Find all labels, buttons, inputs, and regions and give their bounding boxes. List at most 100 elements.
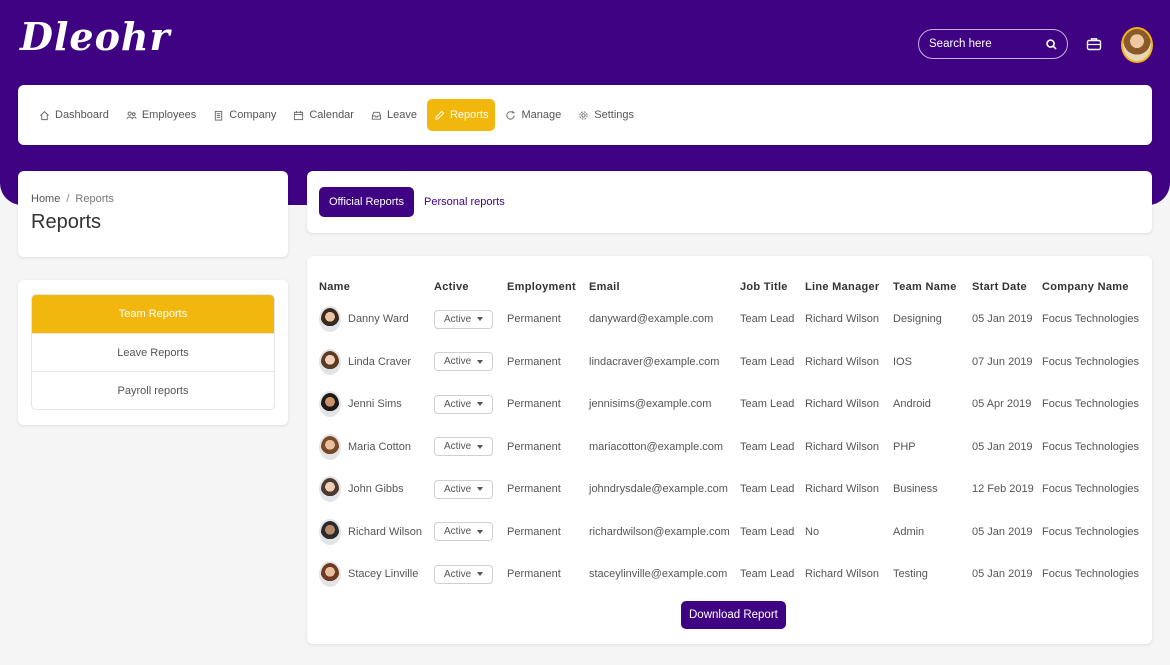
- nav-label: Settings: [594, 109, 634, 121]
- search-input[interactable]: [929, 38, 1039, 50]
- report-menu-card: Team Reports Leave Reports Payroll repor…: [18, 280, 288, 425]
- status-cell: Active: [434, 553, 507, 596]
- report-menu-payroll[interactable]: Payroll reports: [32, 371, 274, 409]
- status-cell: Active: [434, 511, 507, 554]
- employee-name[interactable]: Danny Ward: [348, 313, 409, 325]
- status-dropdown[interactable]: Active: [434, 522, 494, 542]
- column-header[interactable]: Team Name: [893, 276, 972, 298]
- email-cell: richardwilson@example.com: [589, 525, 730, 538]
- status-cell: Active: [434, 341, 507, 384]
- line-manager-cell: Richard Wilson: [805, 313, 879, 326]
- nav-label: Employees: [141, 109, 197, 121]
- tab-personal-reports[interactable]: Personal reports: [414, 187, 515, 217]
- name-cell: John Gibbs: [319, 468, 434, 511]
- nav-item-dashboard[interactable]: Dashboard: [32, 99, 116, 131]
- employee[interactable]: Stacey Linville: [319, 561, 428, 588]
- employee[interactable]: Linda Craver: [319, 348, 428, 375]
- table-row[interactable]: Linda Craver Active Permanent lindacraver@e…: [319, 341, 1145, 384]
- line-manager-cell: Richard Wilson: [805, 355, 879, 368]
- start-date-cell: 12 Feb 2019: [972, 483, 1034, 496]
- employment-cell: Permanent: [507, 525, 561, 538]
- status-dropdown[interactable]: Active: [434, 564, 494, 584]
- employee-name[interactable]: Jenni Sims: [348, 398, 402, 410]
- table-row[interactable]: Jenni Sims Active Permanent jennisims@examp…: [319, 383, 1145, 426]
- report-table: Name Active Employment Email Job Title L…: [319, 276, 1145, 596]
- employee[interactable]: John Gibbs: [319, 476, 428, 503]
- employment-cell: Permanent: [507, 483, 561, 496]
- avatar: [319, 476, 341, 503]
- employee-name[interactable]: John Gibbs: [348, 483, 404, 495]
- status-dropdown[interactable]: Active: [434, 394, 494, 414]
- status-dropdown[interactable]: Active: [434, 309, 494, 329]
- team-name-cell: Android: [893, 398, 931, 411]
- column-header[interactable]: Active: [434, 276, 507, 298]
- breadcrumb-home[interactable]: Home: [31, 193, 60, 205]
- avatar: [319, 306, 341, 333]
- employee-name[interactable]: Richard Wilson: [348, 526, 422, 538]
- email-cell: jennisims@example.com: [589, 398, 712, 411]
- status-dropdown[interactable]: Active: [434, 437, 494, 457]
- employee-name[interactable]: Stacey Linville: [348, 568, 418, 580]
- employment-cell: Permanent: [507, 355, 561, 368]
- team-name-cell: IOS: [893, 355, 912, 368]
- nav-item-leave[interactable]: Leave: [364, 99, 424, 131]
- report-menu-team[interactable]: Team Reports: [32, 295, 274, 333]
- nav-label: Dashboard: [55, 109, 109, 121]
- download-report-button[interactable]: Download Report: [681, 601, 786, 629]
- line-manager-cell: No: [805, 525, 820, 538]
- column-header[interactable]: Line Manager: [805, 276, 893, 298]
- employee[interactable]: Danny Ward: [319, 306, 428, 333]
- status-dropdown[interactable]: Active: [434, 479, 494, 499]
- report-menu-leave[interactable]: Leave Reports: [32, 333, 274, 371]
- team-name-cell: Business: [893, 483, 938, 496]
- employee[interactable]: Maria Cotton: [319, 433, 428, 460]
- nav-item-company[interactable]: Company: [206, 99, 283, 131]
- job-title-cell: Team Lead: [740, 440, 795, 453]
- column-header[interactable]: Start Date: [972, 276, 1042, 298]
- table-row[interactable]: Danny Ward Active Permanent danyward@exampl…: [319, 298, 1145, 341]
- column-header[interactable]: Employment: [507, 276, 589, 298]
- table-row[interactable]: Stacey Linville Active Permanent staceylinv…: [319, 553, 1145, 596]
- status-dropdown[interactable]: Active: [434, 352, 494, 372]
- table-row[interactable]: John Gibbs Active Permanent johndrysdale@ex…: [319, 468, 1145, 511]
- user-avatar[interactable]: [1121, 27, 1153, 63]
- nav-item-calendar[interactable]: Calendar: [286, 99, 361, 131]
- nav-item-employees[interactable]: Employees: [119, 99, 203, 131]
- employee[interactable]: Jenni Sims: [319, 391, 428, 418]
- start-date-cell: 05 Jan 2019: [972, 525, 1033, 538]
- column-header[interactable]: Job Title: [740, 276, 805, 298]
- line-manager-cell: Richard Wilson: [805, 440, 879, 453]
- team-name-cell: Designing: [893, 313, 942, 326]
- caret-down-icon: [477, 402, 484, 407]
- email-cell: mariacotton@example.com: [589, 440, 724, 453]
- caret-down-icon: [477, 572, 484, 577]
- search-icon[interactable]: [1046, 38, 1057, 50]
- employee[interactable]: Richard Wilson: [319, 518, 428, 545]
- status-cell: Active: [434, 383, 507, 426]
- nav-label: Calendar: [309, 109, 354, 121]
- company-cell: Focus Technologies: [1042, 355, 1140, 368]
- employee-name[interactable]: Maria Cotton: [348, 441, 411, 453]
- nav-item-reports[interactable]: Reports: [426, 99, 496, 131]
- avatar: [319, 433, 341, 460]
- tab-official-reports[interactable]: Official Reports: [319, 187, 414, 217]
- employee-name[interactable]: Linda Craver: [348, 356, 411, 368]
- briefcase-icon[interactable]: [1086, 36, 1102, 52]
- nav-item-settings[interactable]: Settings: [571, 99, 641, 131]
- search-box[interactable]: [918, 29, 1068, 59]
- status-label: Active: [444, 441, 472, 453]
- name-cell: Maria Cotton: [319, 426, 434, 469]
- column-header[interactable]: Email: [589, 276, 740, 298]
- table-row[interactable]: Maria Cotton Active Permanent mariacotton@e…: [319, 426, 1145, 469]
- job-title-cell: Team Lead: [740, 355, 795, 368]
- app-logo[interactable]: Dleohr: [20, 14, 171, 59]
- table-row[interactable]: Richard Wilson Active Permanent richardwils…: [319, 511, 1145, 554]
- home-icon: [40, 110, 49, 120]
- employment-cell: Permanent: [507, 440, 561, 453]
- nav-label: Reports: [449, 109, 489, 121]
- column-header[interactable]: Company Name: [1042, 276, 1145, 298]
- job-title-cell: Team Lead: [740, 525, 795, 538]
- nav-item-manage[interactable]: Manage: [498, 99, 568, 131]
- start-date-cell: 05 Jan 2019: [972, 440, 1033, 453]
- column-header[interactable]: Name: [319, 276, 434, 298]
